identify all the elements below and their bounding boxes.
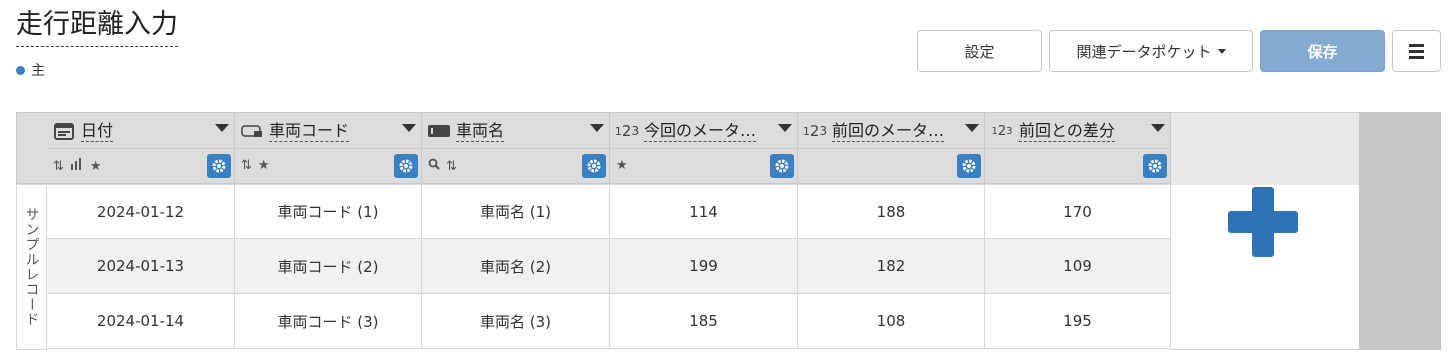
gear-icon[interactable] <box>394 154 418 178</box>
gear-icon[interactable] <box>582 154 606 178</box>
column-header-previous-meter[interactable]: 123 前回のメータ… <box>798 112 985 184</box>
gear-icon[interactable] <box>957 154 981 178</box>
number-icon: 123 <box>614 122 640 140</box>
cell-date[interactable]: 2024-01-14 <box>47 294 235 348</box>
chart-icon[interactable] <box>70 158 84 174</box>
cell-difference[interactable]: 109 <box>985 239 1171 293</box>
add-column-header <box>1171 113 1359 185</box>
cell-date[interactable]: 2024-01-12 <box>47 185 235 238</box>
save-button-label: 保存 <box>1307 42 1338 61</box>
star-icon[interactable]: ★ <box>258 158 270 173</box>
record-grid: 日付 ⇅ ★ 車両コード ⇅ ★ 車両名 ⇅ 1 2 3 今回のメータ… ★ 1… <box>16 112 1441 350</box>
column-header-difference[interactable]: 123 前回との差分 <box>985 112 1171 184</box>
star-icon[interactable]: ★ <box>616 158 628 173</box>
column-dropdown-icon[interactable] <box>215 124 229 132</box>
settings-button[interactable]: 設定 <box>917 30 1042 72</box>
hamburger-icon <box>1409 43 1424 59</box>
cell-current-meter[interactable]: 185 <box>610 294 798 348</box>
status-dot-icon <box>16 65 25 75</box>
number-icon: 123 <box>802 122 828 140</box>
page-title: 走行距離入力 <box>16 8 178 47</box>
cell-previous-meter[interactable]: 188 <box>798 185 985 238</box>
caret-down-icon <box>1217 48 1226 54</box>
search-icon[interactable] <box>428 158 440 174</box>
table-row[interactable]: 2024-01-14 車両コード (3) 車両名 (3) 185 108 195 <box>47 294 1171 349</box>
column-dropdown-icon[interactable] <box>402 124 416 132</box>
column-dropdown-icon[interactable] <box>590 124 604 132</box>
table-row[interactable]: 2024-01-12 車両コード (1) 車両名 (1) 114 188 170 <box>47 184 1171 239</box>
cell-vehicle-name[interactable]: 車両名 (1) <box>422 185 610 238</box>
cell-previous-meter[interactable]: 182 <box>798 239 985 293</box>
sort-icon[interactable]: ⇅ <box>53 159 64 174</box>
sort-icon[interactable]: ⇅ <box>446 159 457 174</box>
sub-label: 主 <box>16 60 45 80</box>
table-row[interactable]: 2024-01-13 車両コード (2) 車両名 (2) 199 182 109 <box>47 239 1171 294</box>
column-label: 前回のメータ… <box>832 120 945 142</box>
cell-difference[interactable]: 170 <box>985 185 1171 238</box>
column-dropdown-icon[interactable] <box>778 124 792 132</box>
gear-icon[interactable] <box>770 154 794 178</box>
cell-vehicle-code[interactable]: 車両コード (2) <box>235 239 422 293</box>
gear-icon[interactable] <box>1143 154 1167 178</box>
settings-button-label: 設定 <box>964 42 995 61</box>
menu-button[interactable] <box>1392 30 1441 72</box>
column-label: 前回との差分 <box>1019 120 1115 142</box>
cell-vehicle-name[interactable]: 車両名 (3) <box>422 294 610 348</box>
cell-date[interactable]: 2024-01-13 <box>47 239 235 293</box>
cell-current-meter[interactable]: 114 <box>610 185 798 238</box>
column-label: 車両コード <box>269 120 350 142</box>
calendar-icon <box>53 122 75 140</box>
cell-current-meter[interactable]: 199 <box>610 239 798 293</box>
cell-vehicle-code[interactable]: 車両コード (3) <box>235 294 422 348</box>
record-rows: 2024-01-12 車両コード (1) 車両名 (1) 114 188 170… <box>47 184 1171 349</box>
cell-vehicle-code[interactable]: 車両コード (1) <box>235 185 422 238</box>
column-label: 今回のメータ… <box>644 120 757 142</box>
text-field-icon <box>428 122 450 140</box>
cell-vehicle-name[interactable]: 車両名 (2) <box>422 239 610 293</box>
column-dropdown-icon[interactable] <box>965 124 979 132</box>
column-header-current-meter[interactable]: 123 今回のメータ… ★ <box>610 112 798 184</box>
add-column-area <box>1171 112 1359 350</box>
related-button-label: 関連データポケット <box>1076 42 1212 61</box>
right-gutter <box>1359 112 1441 350</box>
related-data-pocket-button[interactable]: 関連データポケット <box>1049 30 1253 72</box>
sample-record-label: サンプルレコード <box>16 184 47 350</box>
column-header-vehicle-code[interactable]: 車両コード ⇅ ★ <box>235 112 422 184</box>
add-column-plus-icon[interactable] <box>1228 187 1298 257</box>
star-icon[interactable]: ★ <box>90 159 102 174</box>
column-header-vehicle-name[interactable]: 車両名 ⇅ <box>422 112 610 184</box>
column-dropdown-icon[interactable] <box>1151 124 1165 132</box>
cell-previous-meter[interactable]: 108 <box>798 294 985 348</box>
calculated-number-icon: 123 <box>991 123 1013 139</box>
cell-difference[interactable]: 195 <box>985 294 1171 348</box>
column-label: 車両名 <box>456 120 505 142</box>
save-button[interactable]: 保存 <box>1260 30 1385 72</box>
sub-label-text: 主 <box>31 63 45 79</box>
code-field-icon <box>241 122 263 140</box>
sort-icon[interactable]: ⇅ <box>241 158 252 173</box>
gear-icon[interactable] <box>207 154 231 178</box>
column-header-date[interactable]: 日付 ⇅ ★ <box>47 112 235 184</box>
column-label: 日付 <box>81 120 114 142</box>
